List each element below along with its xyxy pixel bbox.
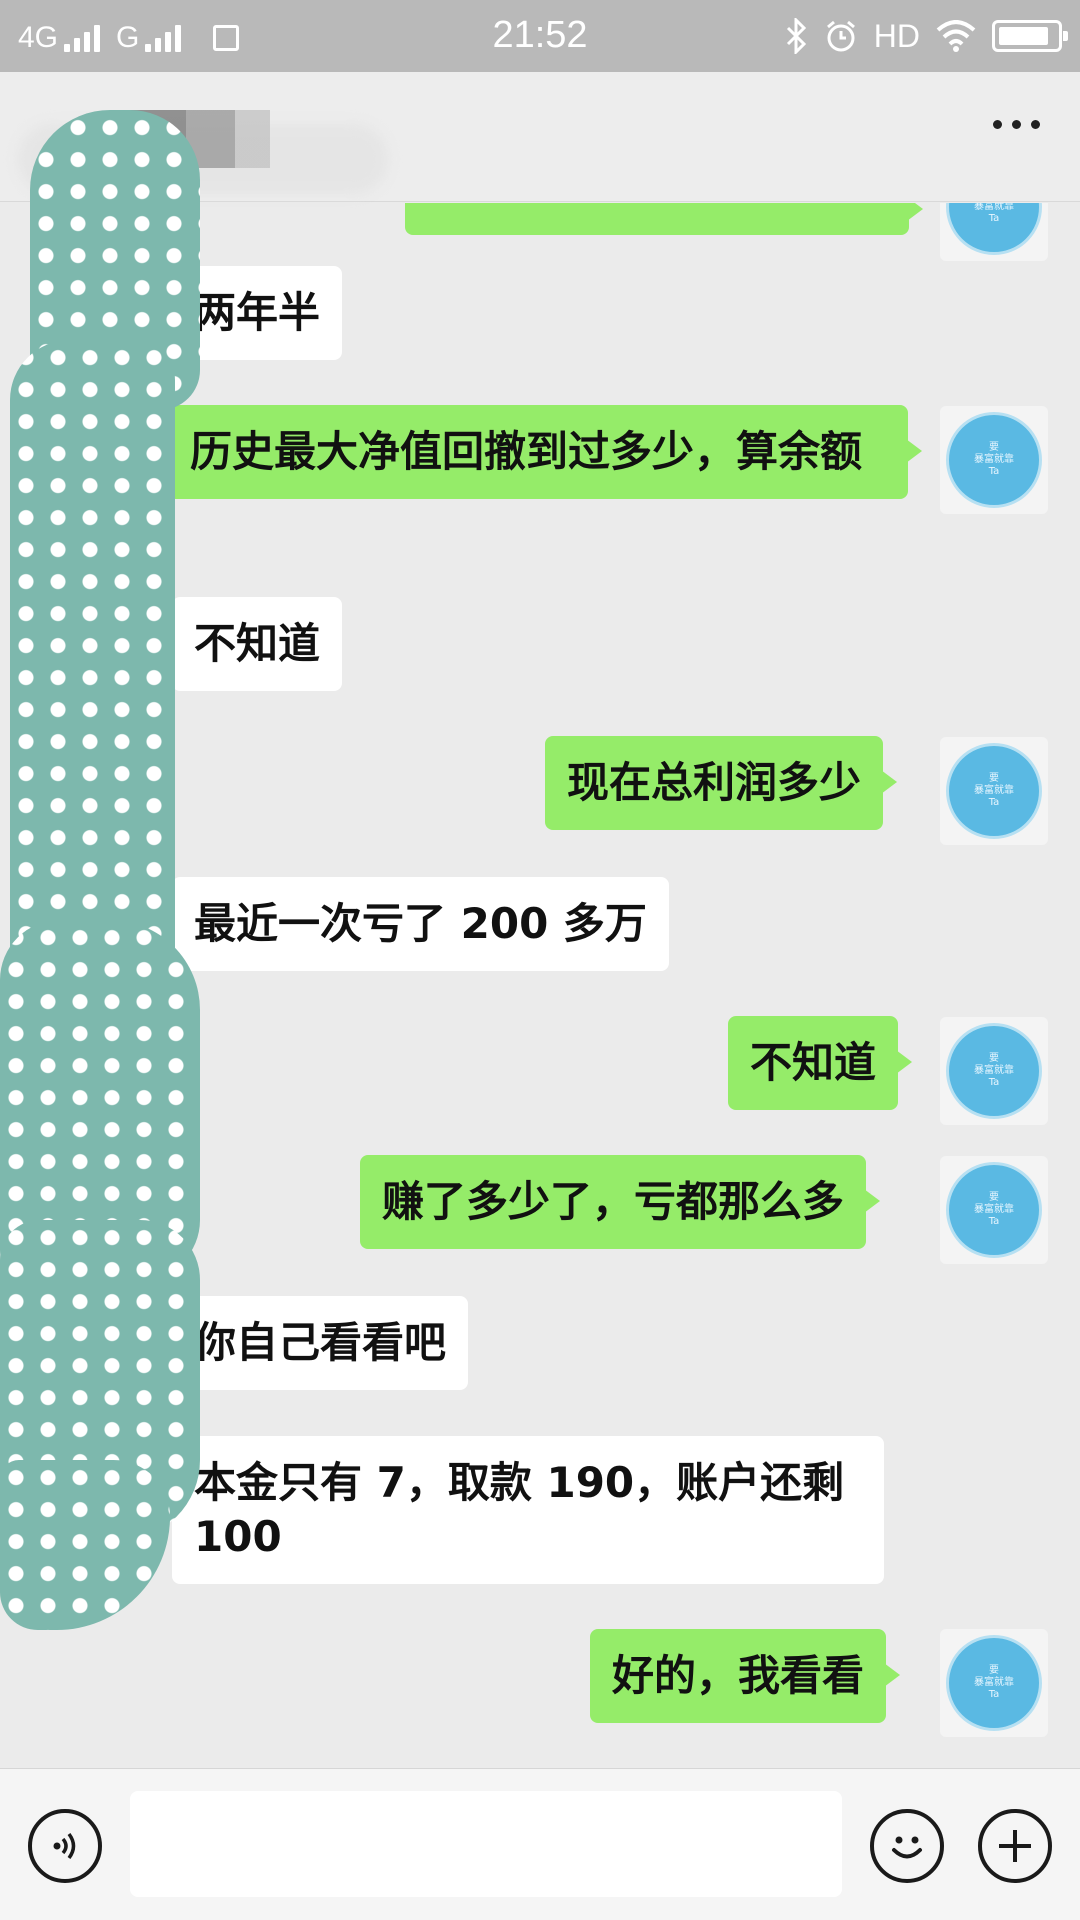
avatar[interactable]: 要暴富就靠Ta [940, 1017, 1048, 1125]
avatar[interactable]: 要暴富就靠Ta [940, 406, 1048, 514]
avatar[interactable]: 要暴富就靠Ta [940, 1156, 1048, 1264]
alarm-icon [826, 20, 855, 52]
emoji-icon [892, 1836, 922, 1859]
avatar-logo-icon: 要暴富就靠Ta [946, 1023, 1042, 1119]
message-incoming[interactable]: 最近一次亏了 200 多万 [158, 877, 669, 971]
emoji-button[interactable] [870, 1809, 944, 1883]
privacy-mask [0, 100, 240, 1640]
avatar-logo-icon: 要暴富就靠Ta [946, 743, 1042, 839]
more-horizontal-icon[interactable] [993, 120, 1040, 129]
input-bar [0, 1768, 1080, 1920]
battery-icon [992, 20, 1068, 52]
wifi-icon [936, 20, 976, 52]
message-outgoing[interactable]: 现在总利润多少 [545, 736, 898, 830]
message-input[interactable] [130, 1791, 842, 1897]
avatar-logo-icon: 要暴富就靠Ta [946, 1635, 1042, 1731]
avatar[interactable]: 要暴富就靠Ta [940, 1629, 1048, 1737]
bluetooth-icon [786, 18, 806, 54]
avatar-logo-icon: 要暴富就靠Ta [946, 203, 1042, 255]
message-outgoing[interactable]: 历史最大净值回撤到过多少，算余额 [168, 405, 922, 499]
status-icons: HD [786, 16, 1068, 56]
avatar-logo-icon: 要暴富就靠Ta [946, 1162, 1042, 1258]
message-outgoing[interactable] [405, 203, 923, 235]
avatar[interactable]: 要暴富就靠Ta [940, 737, 1048, 845]
hd-label: HD [873, 17, 920, 54]
message-outgoing[interactable]: 不知道 [728, 1016, 913, 1110]
message-outgoing[interactable]: 赚了多少了，亏都那么多 [360, 1155, 881, 1249]
message-incoming[interactable]: 本金只有 7，取款 190，账户还剩 100 [158, 1436, 884, 1584]
message-outgoing[interactable]: 好的，我看看 [590, 1629, 901, 1723]
plus-icon [999, 1830, 1031, 1862]
avatar[interactable]: 要暴富就靠Ta [940, 203, 1048, 261]
voice-icon [53, 1832, 76, 1860]
plus-button[interactable] [978, 1809, 1052, 1883]
voice-button[interactable] [28, 1809, 102, 1883]
avatar-logo-icon: 要暴富就靠Ta [946, 412, 1042, 508]
status-bar: 4G G 21:52 HD [0, 0, 1080, 72]
